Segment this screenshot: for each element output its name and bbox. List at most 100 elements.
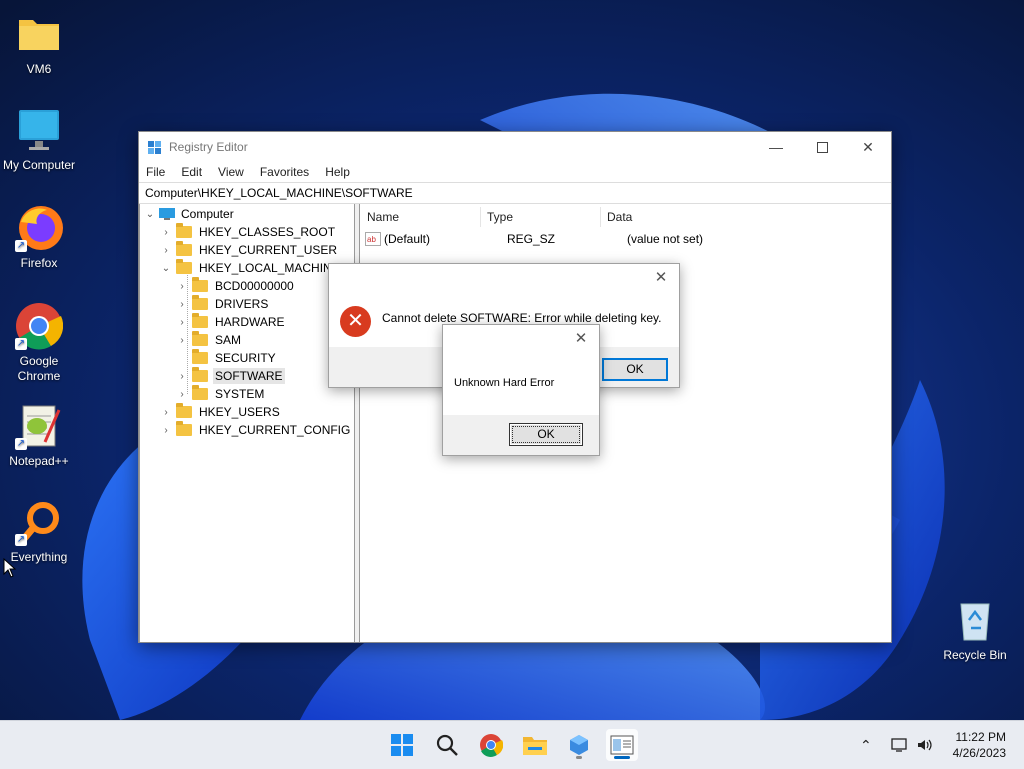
file-explorer-icon (523, 737, 547, 755)
chevron-right-icon[interactable]: › (160, 407, 172, 418)
dialog-footer: OK (443, 415, 599, 455)
column-divider[interactable] (480, 207, 481, 227)
chevron-right-icon[interactable]: › (176, 281, 188, 292)
desktop-icon-everything[interactable]: ↗ Everything (0, 498, 78, 565)
tree-node-sam[interactable]: › SAM (176, 331, 243, 349)
dialog-close-button[interactable]: ✕ (569, 329, 593, 349)
selected-key-label: SOFTWARE (213, 368, 285, 384)
title-bar[interactable]: Registry Editor — ✕ (139, 132, 891, 162)
folder-icon (192, 385, 208, 400)
tree-node-security[interactable]: SECURITY (176, 349, 278, 367)
start-button[interactable] (386, 729, 418, 761)
clock-date: 4/26/2023 (952, 746, 1006, 760)
value-row[interactable]: ab (Default) REG_SZ (value not set) (365, 230, 745, 248)
folder-icon (192, 331, 208, 346)
chevron-right-icon[interactable]: › (176, 299, 188, 310)
dialog-message: Unknown Hard Error (454, 377, 555, 389)
taskbar-app[interactable] (563, 729, 595, 761)
tree-node-drivers[interactable]: › DRIVERS (176, 295, 270, 313)
network-status[interactable] (891, 721, 909, 769)
running-indicator (576, 756, 582, 759)
desktop-icon-label: VM6 (26, 62, 52, 76)
maximize-button[interactable] (799, 132, 845, 162)
menu-edit[interactable]: Edit (181, 165, 202, 179)
tree-node-system[interactable]: › SYSTEM (176, 385, 266, 403)
ok-button[interactable]: OK (602, 358, 668, 381)
column-header-type[interactable]: Type (487, 207, 513, 227)
ok-button[interactable]: OK (509, 423, 583, 446)
hard-error-dialog: ✕ Unknown Hard Error OK (442, 324, 600, 456)
tree-node-hkey-current-config[interactable]: › HKEY_CURRENT_CONFIG (160, 421, 352, 439)
folder-icon (176, 241, 192, 256)
chevron-right-icon[interactable]: › (176, 317, 188, 328)
volume-control[interactable] (916, 721, 934, 769)
column-divider[interactable] (600, 207, 601, 227)
tree-node-hkey-local-machine[interactable]: ⌄ HKEY_LOCAL_MACHINE (160, 259, 342, 277)
column-header-name[interactable]: Name (367, 207, 399, 227)
app-cube-icon (570, 735, 588, 755)
folder-icon (192, 295, 208, 310)
taskbar-chrome[interactable] (475, 729, 507, 761)
taskbar-registry-editor[interactable] (606, 729, 638, 761)
key-tree: ⌄ Computer › HKEY_CLASSES_ROOT › HKEY_CU… (139, 204, 355, 642)
chevron-right-icon[interactable]: › (176, 371, 188, 382)
active-indicator (614, 756, 630, 759)
chevron-right-icon[interactable]: › (160, 227, 172, 238)
taskbar-file-explorer[interactable] (519, 729, 551, 761)
desktop-icon-recycle-bin[interactable]: Recycle Bin (936, 596, 1014, 663)
tree-node-hkey-classes-root[interactable]: › HKEY_CLASSES_ROOT (160, 223, 337, 241)
tree-node-bcd[interactable]: › BCD00000000 (176, 277, 296, 295)
desktop-icon-label: Recycle Bin (943, 648, 1007, 662)
registry-editor-icon (610, 735, 634, 755)
folder-icon (192, 277, 208, 292)
folder-icon (192, 313, 208, 328)
address-text: Computer\HKEY_LOCAL_MACHINE\SOFTWARE (145, 186, 413, 200)
menu-bar: File Edit View Favorites Help (139, 162, 891, 182)
system-clock[interactable]: 11:22 PM 4/26/2023 (953, 729, 1006, 761)
folder-icon (176, 403, 192, 418)
value-name: (Default) (384, 232, 431, 246)
desktop-icon-my-computer[interactable]: My Computer (0, 106, 78, 173)
windows-logo-icon (391, 734, 413, 756)
tree-node-hardware[interactable]: › HARDWARE (176, 313, 287, 331)
chevron-right-icon[interactable]: › (160, 245, 172, 256)
everything-search-icon: ↗ (15, 498, 63, 546)
shortcut-arrow-icon: ↗ (15, 534, 27, 546)
svg-text:ab: ab (367, 235, 376, 244)
menu-favorites[interactable]: Favorites (260, 165, 309, 179)
chevron-down-icon[interactable]: ⌄ (160, 263, 172, 274)
desktop-icon-label: Google Chrome (17, 354, 61, 383)
close-button[interactable]: ✕ (845, 132, 891, 162)
chrome-icon: ↗ (15, 302, 64, 350)
menu-view[interactable]: View (218, 165, 244, 179)
address-bar[interactable]: Computer\HKEY_LOCAL_MACHINE\SOFTWARE (139, 182, 891, 204)
minimize-button[interactable]: — (753, 132, 799, 162)
tree-node-hkey-current-user[interactable]: › HKEY_CURRENT_USER (160, 241, 339, 259)
tree-node-computer[interactable]: ⌄ Computer (144, 205, 236, 223)
chevron-right-icon[interactable]: › (176, 335, 188, 346)
menu-file[interactable]: File (146, 165, 165, 179)
show-hidden-icons[interactable]: ⌃ (860, 721, 872, 769)
chevron-right-icon[interactable]: › (160, 425, 172, 436)
desktop-icon-notepadpp[interactable]: ↗ Notepad++ (0, 402, 78, 469)
desktop-icon-vm6[interactable]: VM6 (0, 10, 78, 77)
shortcut-arrow-icon: ↗ (15, 338, 27, 350)
column-header-data[interactable]: Data (607, 207, 632, 227)
chevron-right-icon[interactable]: › (176, 389, 188, 400)
monitor-icon (15, 106, 63, 154)
menu-help[interactable]: Help (325, 165, 350, 179)
network-icon (891, 738, 907, 752)
search-button[interactable] (431, 729, 463, 761)
chevron-up-icon: ⌃ (860, 736, 872, 753)
tree-node-hkey-users[interactable]: › HKEY_USERS (160, 403, 282, 421)
tree-node-software[interactable]: › SOFTWARE (176, 367, 285, 385)
string-value-icon: ab (365, 232, 381, 246)
desktop-icon-label: Notepad++ (9, 454, 69, 468)
error-icon: ✕ (340, 306, 371, 337)
dialog-close-button[interactable]: ✕ (649, 268, 673, 288)
mouse-cursor-icon (3, 558, 17, 578)
desktop-icon-firefox[interactable]: ↗ Firefox (0, 204, 78, 271)
chevron-down-icon[interactable]: ⌄ (144, 209, 156, 220)
desktop-icon-chrome[interactable]: ↗ Google Chrome (0, 302, 78, 384)
value-data: (value not set) (627, 232, 704, 246)
